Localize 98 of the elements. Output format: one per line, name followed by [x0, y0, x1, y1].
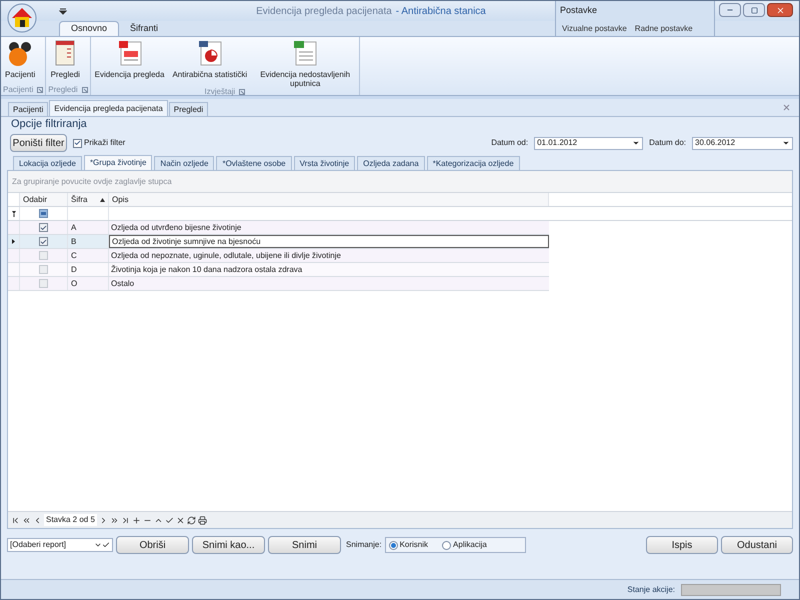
table-cell: A — [68, 221, 109, 234]
column-header[interactable]: Opis — [109, 193, 549, 206]
table-row[interactable]: C Ozljeda od nepoznate, uginule, odlutale, ubijene ili divlje životinje — [8, 249, 549, 263]
checkbox[interactable] — [39, 251, 48, 260]
category-tab[interactable]: Vrsta životinje — [294, 156, 356, 170]
ribbon-button[interactable]: Evidencija nedostavljenih uputnica — [253, 39, 358, 88]
table-row[interactable]: O Ostalo — [8, 277, 549, 291]
ribbon-tab[interactable]: Šifranti — [119, 21, 170, 36]
radio-label: Korisnik — [400, 539, 428, 551]
dropdown-icon[interactable] — [59, 7, 67, 15]
dropdown-icon — [632, 139, 640, 147]
column-header[interactable]: Šifra — [68, 193, 109, 206]
filter-checkbox[interactable] — [39, 209, 48, 218]
close-icon[interactable] — [783, 104, 790, 111]
first-icon[interactable] — [11, 516, 20, 524]
document-tab[interactable]: Evidencija pregleda pacijenata — [49, 100, 168, 116]
checkbox[interactable] — [73, 138, 82, 148]
category-tab[interactable]: *Ovlaštene osobe — [216, 156, 292, 170]
checkbox[interactable] — [39, 223, 48, 232]
table-row[interactable]: B Ozljeda od životinje sumnjive na bjesnoću — [8, 235, 549, 249]
ribbon-tab[interactable]: Vizualne postavke — [560, 22, 629, 34]
footer-button[interactable]: Obriši — [116, 536, 189, 554]
notebook-icon — [53, 39, 78, 67]
field-label: Datum do: — [649, 137, 686, 149]
close-icon — [776, 6, 784, 14]
radio-button[interactable] — [442, 540, 452, 550]
dropdown-icon — [782, 139, 790, 147]
field-label: Snimanje: — [346, 539, 382, 551]
left-icon[interactable] — [33, 516, 42, 524]
status-label: Stanje akcije: — [627, 584, 675, 596]
report-select[interactable]: [Odaberi report] — [7, 538, 113, 552]
footer-button[interactable]: Snimi — [268, 536, 341, 554]
context-group-title: Postavke — [560, 4, 598, 18]
check-icon — [102, 541, 110, 549]
table-cell: C — [68, 249, 109, 262]
maximize-icon — [750, 6, 758, 14]
table-cell: D — [68, 263, 109, 276]
category-tab[interactable]: *Grupa životinje — [84, 155, 152, 170]
ribbon-button[interactable]: Evidencija pregleda — [92, 39, 166, 79]
add-icon[interactable] — [132, 516, 141, 524]
group-title: Izvještaji — [204, 88, 236, 96]
table-row[interactable]: D Životinja koja je nakon 10 dana nadzora ostala zdrava — [8, 263, 549, 277]
document-tab[interactable]: Pacijenti — [8, 102, 48, 116]
category-tab[interactable]: Ozljeda zadana — [357, 156, 425, 170]
double-left-icon[interactable] — [22, 516, 31, 524]
window-title: Evidencija pregleda pacijenata — [256, 4, 392, 18]
record-position: Stavka 2 od 5 — [44, 514, 97, 526]
group-title: Pacijenti — [3, 86, 34, 94]
category-tab[interactable]: *Kategorizacija ozljede — [426, 156, 520, 170]
checkbox[interactable] — [39, 265, 48, 274]
category-tab[interactable]: Lokacija ozljede — [13, 156, 82, 170]
checkbox[interactable] — [39, 279, 48, 288]
sort-up-icon — [100, 198, 105, 202]
current-row-icon — [12, 239, 15, 244]
ribbon-button[interactable]: Antirabična statistički — [170, 39, 250, 79]
dialog-launcher-icon[interactable] — [37, 86, 44, 92]
radio-label: Aplikacija — [453, 539, 487, 551]
refresh-icon[interactable] — [186, 516, 196, 524]
column-header[interactable]: Odabir — [20, 193, 68, 206]
table-cell: O — [68, 277, 109, 290]
document-tab[interactable]: Pregledi — [168, 102, 208, 116]
field-label: Datum od: — [491, 137, 528, 149]
dialog-launcher-icon[interactable] — [239, 89, 246, 95]
category-tab[interactable]: Način ozljede — [154, 156, 214, 170]
spreadsheet-icon — [291, 39, 320, 67]
ribbon-tab[interactable]: Osnovno — [59, 21, 120, 36]
action-button[interactable]: Odustani — [721, 536, 793, 554]
print-icon[interactable] — [198, 516, 207, 524]
double-right-icon[interactable] — [110, 516, 119, 524]
cancel-icon[interactable] — [176, 516, 185, 524]
table-cell-text: Ozljeda od utvrđeno bijesne životinje — [110, 222, 242, 234]
dialog-launcher-icon[interactable] — [82, 86, 88, 92]
checkbox[interactable] — [39, 237, 48, 246]
ribbon-button[interactable]: Pacijenti — [3, 39, 38, 79]
checkbox-label: Prikaži filter — [84, 137, 126, 149]
date-field[interactable]: 01.01.2012 — [534, 136, 644, 150]
table-cell-text: Ozljeda od nepoznate, uginule, odlutale, ubijene ili divlje životinje — [110, 250, 342, 262]
last-icon[interactable] — [120, 516, 130, 524]
filter-row-icon — [12, 210, 16, 216]
ribbon-tab[interactable]: Radne postavke — [632, 22, 695, 34]
date-field[interactable]: 30.06.2012 — [692, 136, 793, 150]
action-button[interactable]: Ispis — [646, 536, 718, 554]
maximize-button[interactable] — [743, 3, 765, 17]
radio-button[interactable] — [388, 540, 398, 550]
table-row[interactable]: A Ozljeda od utvrđeno bijesne životinje — [8, 221, 549, 235]
minimize-button[interactable] — [719, 3, 741, 17]
table-cell-text: Životinja koja je nakon 10 dana nadzora ostala zdrava — [110, 264, 304, 276]
reset-filter-button[interactable]: Poništi filter — [10, 134, 67, 152]
footer-button[interactable]: Snimi kao... — [192, 536, 265, 554]
table-cell-text: Ostalo — [110, 278, 136, 290]
window-subtitle: - Antirabična stanica — [396, 4, 486, 18]
group-title: Pregledi — [48, 86, 78, 94]
panel-title: Opcije filtriranja — [10, 117, 88, 131]
ribbon-button[interactable]: Pregledi — [48, 39, 82, 79]
close-button[interactable] — [767, 3, 793, 17]
check-icon[interactable] — [164, 516, 174, 524]
table-cell: Ozljeda od životinje sumnjive na bjesnoću — [109, 235, 549, 248]
dropdown-icon — [94, 541, 102, 549]
